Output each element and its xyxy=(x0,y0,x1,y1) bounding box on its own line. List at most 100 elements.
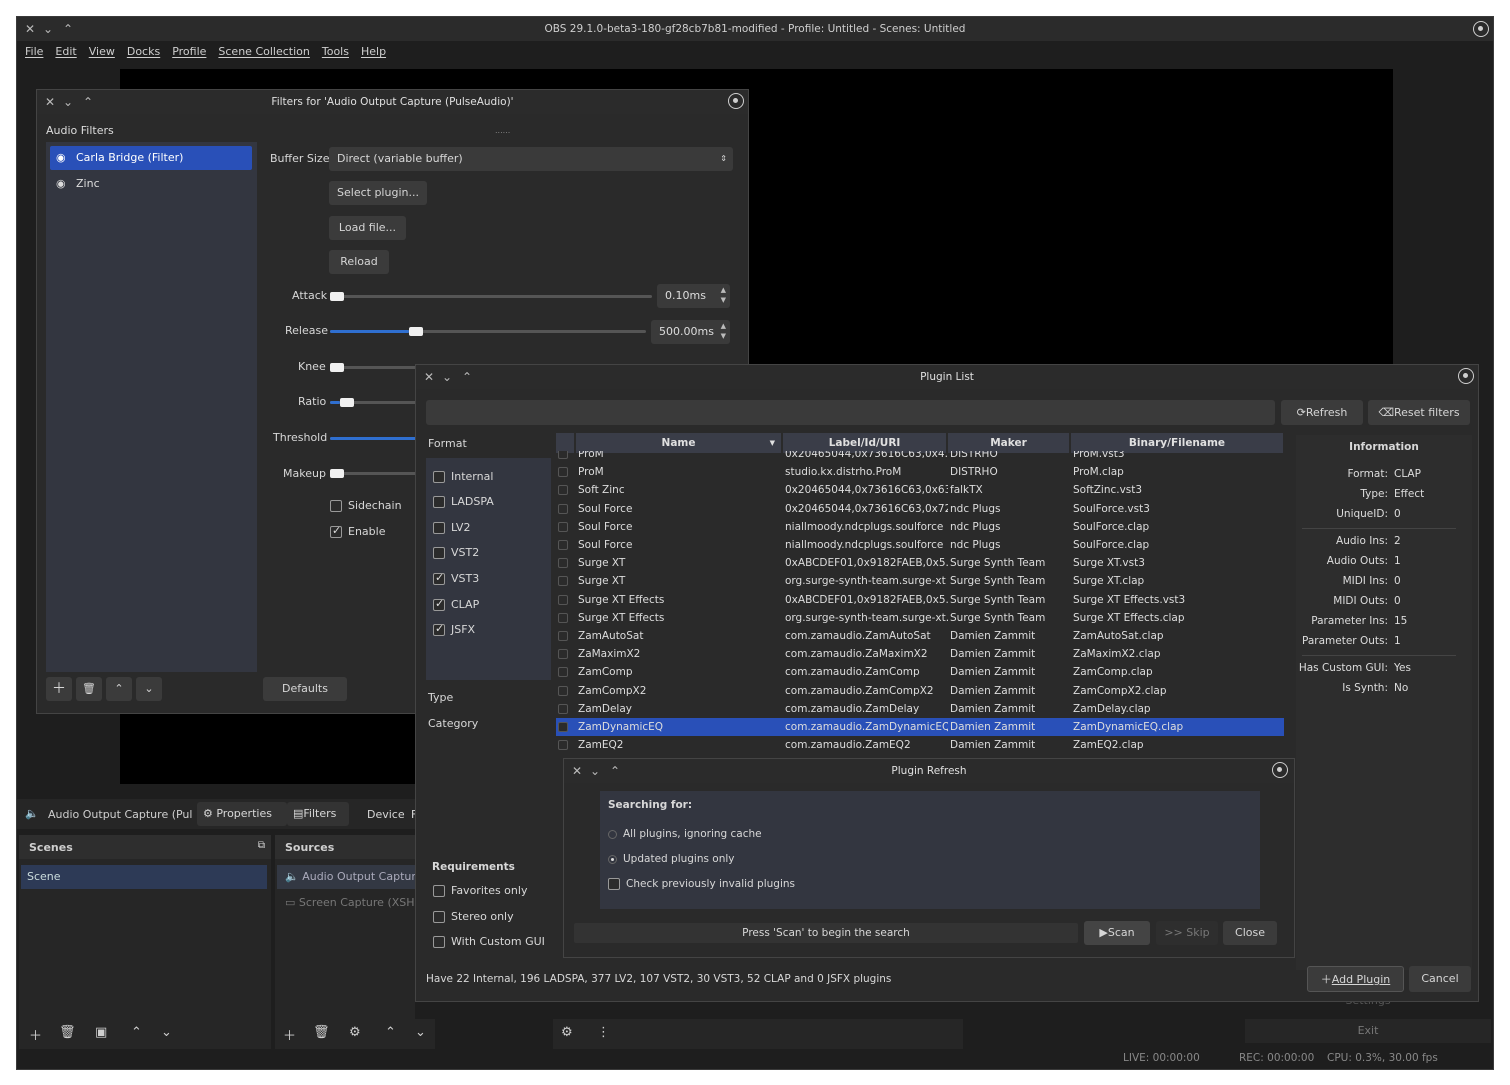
add-icon[interactable]: ＋ xyxy=(29,1025,42,1044)
format-ladspa[interactable]: LADSPA xyxy=(433,495,494,508)
checkbox-icon[interactable] xyxy=(558,576,568,587)
radio-icon[interactable] xyxy=(608,854,617,864)
favorite-checkbox[interactable] xyxy=(556,591,576,609)
favorite-checkbox[interactable] xyxy=(556,500,576,518)
eye-icon[interactable]: ◉ xyxy=(56,172,66,196)
table-row[interactable]: ZaMaximX2 com.zamaudio.ZaMaximX2 Damien Za… xyxy=(556,645,1284,663)
checkbox-icon[interactable] xyxy=(433,885,445,897)
radio-icon[interactable] xyxy=(608,829,617,839)
favorite-checkbox[interactable] xyxy=(556,627,576,645)
down-icon[interactable]: ⌄ xyxy=(136,677,162,701)
favorite-checkbox[interactable] xyxy=(556,518,576,536)
checkbox-icon[interactable] xyxy=(558,740,568,751)
sidechain-checkbox[interactable]: Sidechain xyxy=(330,499,402,512)
table-row[interactable]: Soul Force niallmoody.ndcplugs.soulforce n… xyxy=(556,536,1284,554)
format-clap[interactable]: CLAP xyxy=(433,597,479,611)
source-item-audio[interactable]: 🔈 Audio Output Capture xyxy=(277,865,415,889)
search-input[interactable] xyxy=(426,400,1275,425)
up-icon[interactable]: ⌃ xyxy=(106,677,132,701)
checkbox-icon[interactable] xyxy=(558,721,568,732)
menu-file[interactable]: File xyxy=(17,41,47,58)
add-icon[interactable]: ＋ xyxy=(283,1025,296,1044)
table-row[interactable]: Surge XT Effects 0xABCDEF01,0x9182FAEB,0x… xyxy=(556,591,1284,609)
column-header-maker[interactable]: Maker xyxy=(948,433,1069,453)
table-row[interactable]: ZamEQ2 com.zamaudio.ZamEQ2 Damien Zammit Za… xyxy=(556,736,1284,754)
table-row[interactable]: ZamDelay com.zamaudio.ZamDelay Damien Zamm… xyxy=(556,700,1284,718)
enable-checkbox[interactable]: Enable xyxy=(330,524,385,538)
checkbox-icon[interactable] xyxy=(558,630,568,641)
makeup-slider-knob[interactable] xyxy=(330,469,344,478)
scan-button[interactable]: ▶Scan xyxy=(1084,921,1150,945)
table-row[interactable]: Soul Force niallmoody.ndcplugs.soulforce n… xyxy=(556,518,1284,536)
filter-item-zinc[interactable]: ◉ Zinc xyxy=(50,172,252,196)
checkbox-icon[interactable] xyxy=(558,649,568,660)
checkbox-icon[interactable] xyxy=(433,911,445,923)
gear-icon[interactable]: ⚙ xyxy=(349,1025,361,1040)
more-icon[interactable]: ⋮ xyxy=(597,1025,610,1040)
undock-icon[interactable]: ⧉ xyxy=(258,840,265,851)
minimize-icon[interactable]: ⌄ xyxy=(590,759,600,783)
format-vst3[interactable]: VST3 xyxy=(433,571,479,585)
table-row[interactable]: ZamComp com.zamaudio.ZamComp Damien Zammit… xyxy=(556,663,1284,681)
favorite-checkbox[interactable] xyxy=(556,536,576,554)
exit-button[interactable]: Exit xyxy=(1245,1019,1491,1043)
source-item-screen[interactable]: ▭ Screen Capture (XSHM xyxy=(277,891,415,915)
checkbox-icon[interactable] xyxy=(433,597,445,611)
favorite-checkbox[interactable] xyxy=(556,663,576,681)
close-icon[interactable]: ✕ xyxy=(572,759,582,783)
attack-spinbox[interactable]: 0.10ms ▲ ▼ xyxy=(657,284,730,308)
checkbox-icon[interactable] xyxy=(558,612,568,623)
checkbox-icon[interactable] xyxy=(433,571,445,585)
table-row[interactable]: Soft Zinc 0x20465044,0x73616C63,0x63... fa… xyxy=(556,481,1284,499)
release-spinbox[interactable]: 500.00ms ▲ ▼ xyxy=(651,320,730,344)
attack-slider-knob[interactable] xyxy=(330,292,344,301)
stereo-only-checkbox[interactable]: Stereo only xyxy=(433,910,514,923)
release-slider[interactable] xyxy=(330,327,646,336)
spin-arrows-icon[interactable]: ▲ ▼ xyxy=(721,321,726,341)
column-header-label[interactable]: Label/Id/URI xyxy=(783,433,946,453)
maximize-icon[interactable]: ⌃ xyxy=(63,17,73,41)
menu-help[interactable]: Help xyxy=(353,41,390,58)
reset-filters-button[interactable]: ⌫Reset filters xyxy=(1368,400,1470,425)
checkbox-icon[interactable] xyxy=(558,667,568,678)
maximize-icon[interactable]: ⌃ xyxy=(462,365,472,389)
select-plugin-button[interactable]: Select plugin... xyxy=(329,181,427,205)
filter-item-carla[interactable]: ◉ Carla Bridge (Filter) xyxy=(50,146,252,170)
spin-arrows-icon[interactable]: ▲ ▼ xyxy=(721,285,726,305)
skip-button[interactable]: >> Skip xyxy=(1156,921,1218,945)
favorite-checkbox[interactable] xyxy=(556,481,576,499)
filter-icon[interactable]: ▣ xyxy=(95,1025,107,1040)
checkbox-icon[interactable] xyxy=(558,540,568,551)
option-updated-only[interactable]: Updated plugins only xyxy=(608,853,735,865)
up-icon[interactable]: ⌃ xyxy=(131,1025,142,1040)
gear-icon[interactable]: ⚙ xyxy=(561,1025,573,1040)
checkbox-icon[interactable] xyxy=(330,524,342,538)
checkbox-icon[interactable] xyxy=(558,558,568,569)
favorite-checkbox[interactable] xyxy=(556,451,576,463)
knee-slider-knob[interactable] xyxy=(330,363,344,372)
refresh-button[interactable]: ⟳Refresh xyxy=(1281,400,1363,425)
cancel-button[interactable]: Cancel xyxy=(1409,966,1471,992)
check-invalid-checkbox[interactable]: Check previously invalid plugins xyxy=(608,878,795,890)
favorite-checkbox[interactable] xyxy=(556,681,576,699)
scene-item[interactable]: Scene xyxy=(21,865,267,889)
ratio-slider-knob[interactable] xyxy=(340,398,354,407)
release-slider-knob[interactable] xyxy=(409,327,423,336)
checkbox-icon[interactable] xyxy=(330,500,342,512)
format-vst2[interactable]: VST2 xyxy=(433,546,479,559)
down-icon[interactable]: ⌄ xyxy=(415,1025,426,1040)
table-row[interactable]: ZamCompX2 com.zamaudio.ZamCompX2 Damien Za… xyxy=(556,681,1284,699)
filters-button[interactable]: ▤Filters xyxy=(287,802,349,826)
checkbox-icon[interactable] xyxy=(433,522,445,534)
table-row[interactable]: Soul Force 0x20465044,0x73616C63,0x72... n… xyxy=(556,500,1284,518)
reload-button[interactable]: Reload xyxy=(329,250,389,274)
column-header-binary[interactable]: Binary/Filename xyxy=(1071,433,1283,453)
minimize-icon[interactable]: ⌄ xyxy=(442,365,452,389)
checkbox-icon[interactable] xyxy=(558,685,568,696)
close-button[interactable]: Close xyxy=(1223,921,1277,945)
category-heading[interactable]: Category xyxy=(428,717,478,730)
fav-column-header[interactable] xyxy=(556,433,574,453)
format-internal[interactable]: Internal xyxy=(433,470,493,483)
checkbox-icon[interactable] xyxy=(433,471,445,483)
table-row[interactable]: Surge XT org.surge-synth-team.surge-xt Sur… xyxy=(556,572,1284,590)
